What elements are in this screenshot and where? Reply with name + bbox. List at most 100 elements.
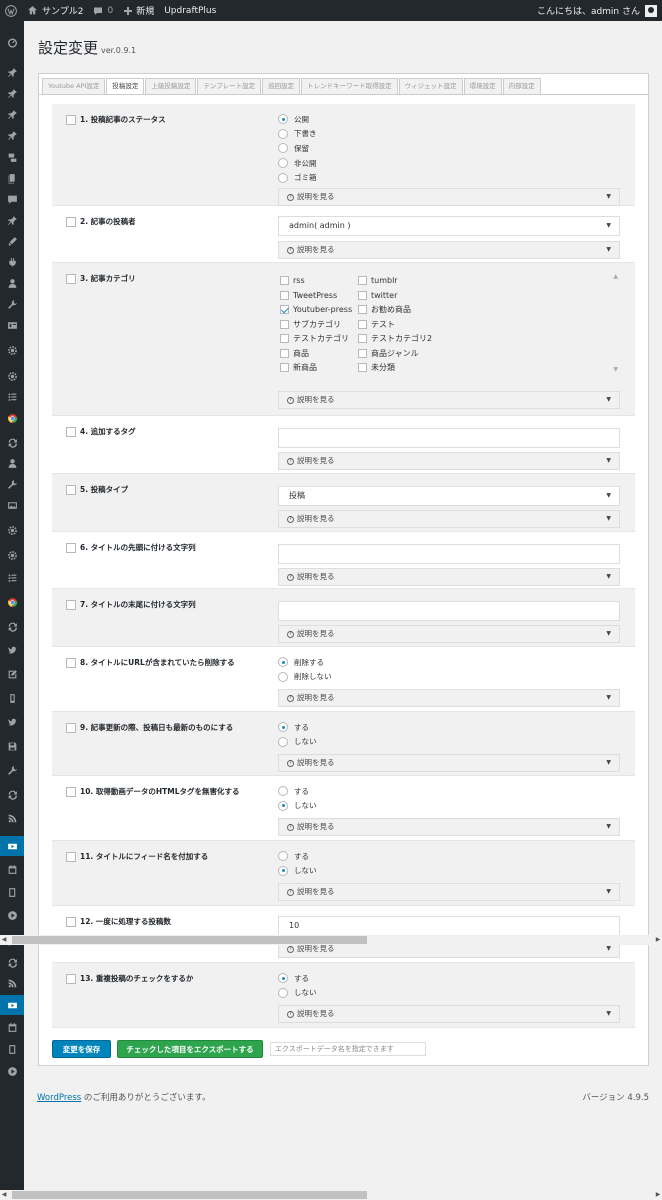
tab-5[interactable]: 巡回設定 — [262, 78, 301, 94]
tab-8[interactable]: 環境設定 — [463, 78, 502, 94]
wordpress-logo-menu[interactable] — [0, 0, 22, 21]
export-checkbox[interactable] — [66, 216, 76, 227]
category-item[interactable]: テストカテゴリ — [280, 332, 358, 345]
sidebar-item-8[interactable] — [0, 189, 24, 209]
category-item[interactable]: TweetPress — [280, 289, 358, 302]
category-item[interactable]: サブカテゴリ — [280, 318, 358, 331]
sidebar-item-2[interactable] — [0, 62, 24, 82]
radio-button[interactable] — [278, 973, 288, 984]
tab-4[interactable]: テンプレート設定 — [197, 78, 262, 94]
radio-option[interactable]: 下書き — [278, 127, 620, 142]
help-toggle[interactable]: ? 説明を見る ▼ — [278, 883, 620, 901]
horizontal-scrollbar-mid[interactable]: ◀ ▶ — [0, 935, 662, 945]
export-checkbox[interactable] — [66, 484, 76, 495]
sidebar-item-10[interactable] — [0, 231, 24, 251]
help-toggle[interactable]: ? 説明を見る ▼ — [278, 241, 620, 259]
sidebar-item-18[interactable] — [0, 408, 24, 428]
sidebar-item-35[interactable] — [0, 808, 24, 828]
sidebar-item-4[interactable] — [0, 104, 24, 124]
category-checkbox[interactable] — [358, 348, 367, 358]
radio-option[interactable]: しない — [278, 735, 620, 750]
help-toggle[interactable]: ? 説明を見る ▼ — [278, 754, 620, 772]
radio-option[interactable]: 削除しない — [278, 670, 620, 685]
wordpress-link[interactable]: WordPress — [37, 1093, 81, 1103]
export-checkbox[interactable] — [66, 916, 76, 927]
category-checkbox[interactable] — [358, 319, 367, 329]
category-item[interactable]: Youtuber-press — [280, 303, 358, 316]
scrollbar-thumb[interactable] — [12, 1191, 367, 1199]
category-checkbox[interactable] — [358, 276, 367, 285]
help-toggle[interactable]: ? 説明を見る ▼ — [278, 818, 620, 836]
sidebar-item-28[interactable] — [0, 640, 24, 660]
tab-9[interactable]: 内部設定 — [502, 78, 541, 94]
category-checklist[interactable]: rss tumblr TweetPress twitter Youtuber-press… — [278, 271, 620, 375]
category-item[interactable]: rss — [280, 274, 358, 287]
help-toggle[interactable]: ? 説明を見る ▼ — [278, 568, 620, 586]
radio-option[interactable]: 公開 — [278, 112, 620, 127]
category-item[interactable]: 新商品 — [280, 361, 358, 374]
sidebar-item-32[interactable] — [0, 736, 24, 756]
text-input[interactable]: 10 — [278, 916, 620, 936]
scroll-right-arrow[interactable]: ▶ — [654, 1190, 662, 1200]
radio-button[interactable] — [278, 987, 288, 998]
sidebar-item-31[interactable] — [0, 712, 24, 732]
sidebar-item-23[interactable] — [0, 520, 24, 540]
sidebar-item-22[interactable] — [0, 495, 24, 515]
sidebar-item-9[interactable] — [0, 210, 24, 230]
horizontal-scrollbar-bottom[interactable]: ◀ ▶ — [0, 1190, 662, 1200]
export-checkbox[interactable] — [66, 114, 76, 125]
export-name-input[interactable]: エクスポートデータ名を指定できます — [270, 1042, 426, 1056]
text-input[interactable] — [278, 601, 620, 621]
category-checkbox[interactable] — [358, 363, 367, 372]
radio-button[interactable] — [278, 736, 288, 747]
sidebar-item-1[interactable] — [0, 32, 24, 52]
sidebar-item-7[interactable] — [0, 168, 24, 188]
tab-6[interactable]: トレンドキーワード取得設定 — [301, 78, 398, 94]
sidebar-item-5[interactable] — [0, 125, 24, 145]
export-button[interactable]: チェックした項目をエクスポートする — [117, 1040, 263, 1058]
radio-option[interactable]: しない — [278, 799, 620, 814]
radio-button[interactable] — [278, 657, 288, 668]
sidebar-item-20[interactable] — [0, 453, 24, 473]
category-item[interactable]: 商品ジャンル — [358, 347, 438, 360]
select-field[interactable]: admin( admin ) ▼ — [278, 216, 620, 236]
export-checkbox[interactable] — [66, 273, 76, 284]
radio-option[interactable]: する — [278, 849, 620, 864]
sidebar-item-21[interactable] — [0, 474, 24, 494]
export-checkbox[interactable] — [66, 722, 76, 733]
sidebar-item-29[interactable] — [0, 664, 24, 684]
sidebar-item-30[interactable] — [0, 688, 24, 708]
radio-option[interactable]: する — [278, 971, 620, 986]
help-toggle[interactable]: ? 説明を見る ▼ — [278, 510, 620, 528]
sidebar-item-15[interactable] — [0, 340, 24, 360]
sidebar-item-27[interactable] — [0, 616, 24, 636]
help-toggle[interactable]: ? 説明を見る ▼ — [278, 452, 620, 470]
sidebar-item-46[interactable] — [0, 1061, 24, 1081]
sidebar-item-36[interactable] — [0, 836, 24, 856]
site-name-menu[interactable]: サンプル2 — [22, 0, 88, 21]
sidebar-item-24[interactable] — [0, 545, 24, 565]
select-field[interactable]: 投稿 ▼ — [278, 486, 620, 506]
sidebar-item-25[interactable] — [0, 568, 24, 588]
sidebar-item-3[interactable] — [0, 83, 24, 103]
category-checkbox[interactable] — [280, 348, 289, 358]
account-menu[interactable]: こんにちは、admin さん — [532, 0, 662, 21]
sidebar-item-12[interactable] — [0, 273, 24, 293]
radio-button[interactable] — [278, 172, 288, 183]
radio-button[interactable] — [278, 128, 288, 139]
radio-option[interactable]: する — [278, 784, 620, 799]
sidebar-item-38[interactable] — [0, 882, 24, 902]
radio-option[interactable]: 非公開 — [278, 156, 620, 171]
tab-1[interactable]: Youtube API設定 — [42, 78, 106, 94]
sidebar-item-39[interactable] — [0, 905, 24, 925]
save-button[interactable]: 変更を保存 — [52, 1040, 111, 1058]
radio-option[interactable]: しない — [278, 986, 620, 1001]
category-checkbox[interactable] — [280, 276, 289, 285]
help-toggle[interactable]: ? 説明を見る ▼ — [278, 1005, 620, 1023]
radio-option[interactable]: ゴミ箱 — [278, 170, 620, 185]
updraftplus-menu[interactable]: UpdraftPlus — [159, 0, 221, 21]
sidebar-item-44[interactable] — [0, 1017, 24, 1037]
scroll-right-arrow[interactable]: ▶ — [654, 935, 662, 945]
sidebar-item-6[interactable] — [0, 147, 24, 167]
help-toggle[interactable]: ? 説明を見る ▼ — [278, 391, 620, 409]
